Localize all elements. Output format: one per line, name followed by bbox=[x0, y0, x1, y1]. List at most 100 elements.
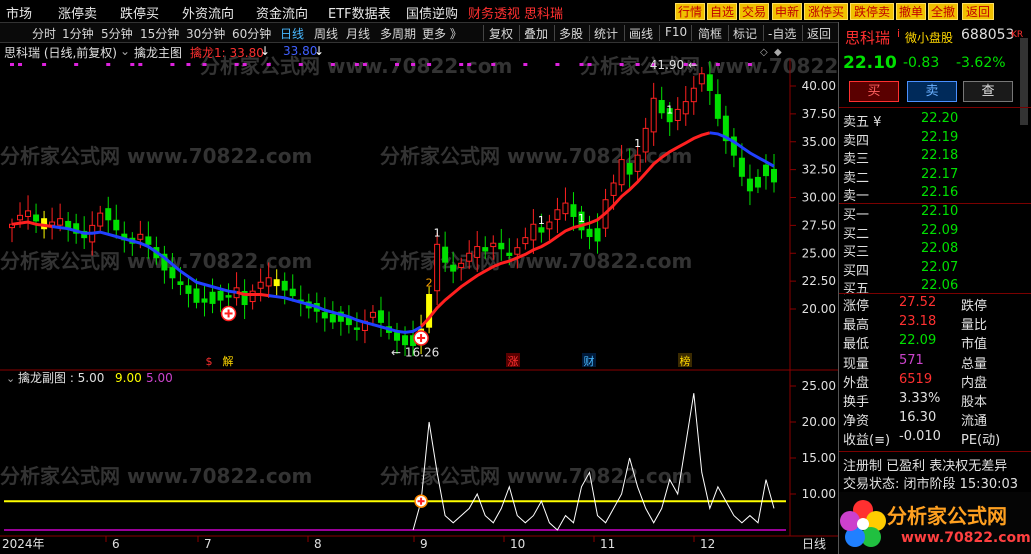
buy-button[interactable]: 买 bbox=[849, 81, 899, 102]
event-tag: 涨 bbox=[508, 355, 519, 368]
quote-row: 最高 23.18 量比 bbox=[839, 313, 1031, 334]
button-limit-down-sell[interactable]: 跌停卖 bbox=[850, 3, 894, 20]
info-icon[interactable]: i bbox=[897, 27, 900, 40]
stat-value: 22.09 bbox=[899, 333, 937, 349]
stat-label-2: 流通 bbox=[961, 414, 988, 430]
button-trade[interactable]: 交易 bbox=[739, 3, 769, 20]
candle-body bbox=[458, 262, 465, 268]
period-monthly[interactable]: 月线 bbox=[346, 25, 370, 42]
ask-price: 22.18 bbox=[921, 148, 959, 164]
candle-body bbox=[586, 228, 593, 238]
x-tick-label: 10 bbox=[510, 537, 525, 551]
period-daily[interactable]: 日线 bbox=[280, 25, 304, 42]
action-adjust[interactable]: 复权 bbox=[489, 25, 513, 42]
bar-label: 1 bbox=[578, 212, 585, 225]
stat-label: 涨停 bbox=[843, 299, 870, 314]
signal-dot bbox=[242, 63, 247, 66]
candle-body bbox=[514, 247, 521, 255]
action-back[interactable]: 返回 bbox=[807, 25, 831, 42]
stat-label-2: 量比 bbox=[961, 318, 988, 334]
period-multi[interactable]: 多周期 bbox=[380, 25, 416, 42]
menu-item-limit-down-buy[interactable]: 跌停买 bbox=[120, 3, 159, 22]
button-cancel-order[interactable]: 撤单 bbox=[896, 3, 926, 20]
sub-chart-value3: 5.00 bbox=[146, 371, 173, 385]
quote-row: 卖四 22.19 bbox=[839, 129, 1031, 149]
bid-price: 22.09 bbox=[921, 222, 959, 238]
signal-dot bbox=[186, 63, 191, 66]
logo-title: 分析家公式网 bbox=[887, 504, 1007, 528]
candle-body bbox=[570, 204, 577, 217]
action-remove-watchlist[interactable]: -自选 bbox=[768, 25, 796, 42]
period-toolbar: 分时 1分钟 5分钟 15分钟 30分钟 60分钟 日线 周线 月线 多周期 更… bbox=[0, 22, 838, 43]
period-weekly[interactable]: 周线 bbox=[314, 25, 338, 42]
query-button[interactable]: 查 bbox=[963, 81, 1013, 102]
toolbar-separator bbox=[691, 25, 692, 41]
sell-button[interactable]: 卖 bbox=[907, 81, 957, 102]
candle-body bbox=[193, 288, 200, 303]
stat-value: -0.010 bbox=[899, 429, 941, 445]
menu-item-limit-up-sell[interactable]: 涨停卖 bbox=[58, 3, 97, 22]
kline-chart[interactable]: 分析家公式网 www.70822.com 分析家公式网 www.70822.com… bbox=[0, 43, 838, 553]
signal-dot bbox=[18, 63, 23, 66]
ask-price: 22.17 bbox=[921, 166, 959, 182]
button-back[interactable]: 返回 bbox=[962, 3, 994, 20]
candle-body bbox=[618, 159, 625, 186]
signal-dot bbox=[354, 63, 359, 66]
menu-item-repo[interactable]: 国债逆购 bbox=[406, 3, 458, 22]
action-multi-stock[interactable]: 多股 bbox=[559, 25, 583, 42]
menu-item-etf-table[interactable]: ETF数据表 bbox=[328, 3, 391, 22]
button-subscribe[interactable]: 申新 bbox=[772, 3, 802, 20]
menu-item-stock[interactable]: 思科瑞 bbox=[524, 3, 563, 22]
action-draw[interactable]: 画线 bbox=[629, 25, 653, 42]
y-tick-label: 30.00 bbox=[802, 191, 836, 205]
diamond-icon: ◆ bbox=[774, 47, 782, 58]
menu-item-market[interactable]: 市场 bbox=[6, 3, 32, 22]
event-tag: 财 bbox=[584, 354, 595, 368]
y-tick-label: 40.00 bbox=[802, 79, 836, 93]
action-mark[interactable]: 标记 bbox=[733, 25, 757, 42]
action-overlay[interactable]: 叠加 bbox=[524, 25, 548, 42]
candle-body bbox=[642, 127, 649, 153]
period-tick[interactable]: 分时 bbox=[32, 25, 56, 42]
menu-item-capital-flow[interactable]: 资金流向 bbox=[256, 3, 308, 22]
signal-dot bbox=[106, 63, 111, 66]
button-limit-up-buy[interactable]: 涨停买 bbox=[804, 3, 848, 20]
period-1min[interactable]: 1分钟 bbox=[62, 25, 94, 42]
candle-body bbox=[225, 295, 232, 298]
menu-item-finance[interactable]: 财务透视 bbox=[468, 3, 520, 22]
period-60min[interactable]: 60分钟 bbox=[232, 25, 271, 42]
action-f10[interactable]: F10 bbox=[665, 25, 687, 39]
period-30min[interactable]: 30分钟 bbox=[186, 25, 225, 42]
period-5min[interactable]: 5分钟 bbox=[101, 25, 133, 42]
action-simple-frame[interactable]: 简框 bbox=[698, 25, 722, 42]
stat-value: 23.18 bbox=[899, 314, 937, 330]
candle-body bbox=[650, 97, 657, 133]
candle-body bbox=[257, 281, 264, 289]
ask-label: 卖五 ¥ bbox=[843, 115, 882, 130]
button-watchlist[interactable]: 自选 bbox=[707, 3, 737, 20]
toolbar-separator bbox=[763, 25, 764, 41]
chevron-down-icon[interactable]: ⌄ bbox=[6, 372, 15, 385]
candle-body bbox=[442, 246, 449, 263]
button-quote[interactable]: 行情 bbox=[675, 3, 705, 20]
ask-price: 22.19 bbox=[921, 129, 959, 145]
quote-row: 卖五 ¥ 22.20 bbox=[839, 110, 1031, 130]
low-price-label: ← 16.26 bbox=[391, 346, 439, 360]
event-tag: 解 bbox=[223, 354, 234, 368]
action-stats[interactable]: 统计 bbox=[594, 25, 618, 42]
menu-item-foreign-flow[interactable]: 外资流向 bbox=[182, 3, 234, 22]
watermark-text: 分析家公式网 www.70822.com bbox=[380, 249, 692, 273]
period-more[interactable]: 更多 》 bbox=[422, 25, 462, 42]
candle-body bbox=[273, 279, 280, 287]
signal-dot bbox=[170, 63, 175, 66]
button-cancel-all[interactable]: 全撤 bbox=[928, 3, 958, 20]
stat-label-2: 市值 bbox=[961, 337, 988, 353]
quote-row: 外盘 6519 内盘 bbox=[839, 371, 1031, 391]
candle-body bbox=[426, 294, 433, 328]
menu-bar: 市场 涨停卖 跌停买 外资流向 资金流向 ETF数据表 国债逆购 财务透视 思科… bbox=[0, 0, 1031, 22]
y-tick-label: 20.00 bbox=[802, 415, 836, 429]
watermark: 分析家公式网 www.70822.com 分析家公式网 www.70822.com… bbox=[0, 54, 838, 488]
period-15min[interactable]: 15分钟 bbox=[140, 25, 179, 42]
quote-row: 买一 22.10 bbox=[839, 203, 1031, 223]
signal-dot bbox=[747, 63, 752, 66]
